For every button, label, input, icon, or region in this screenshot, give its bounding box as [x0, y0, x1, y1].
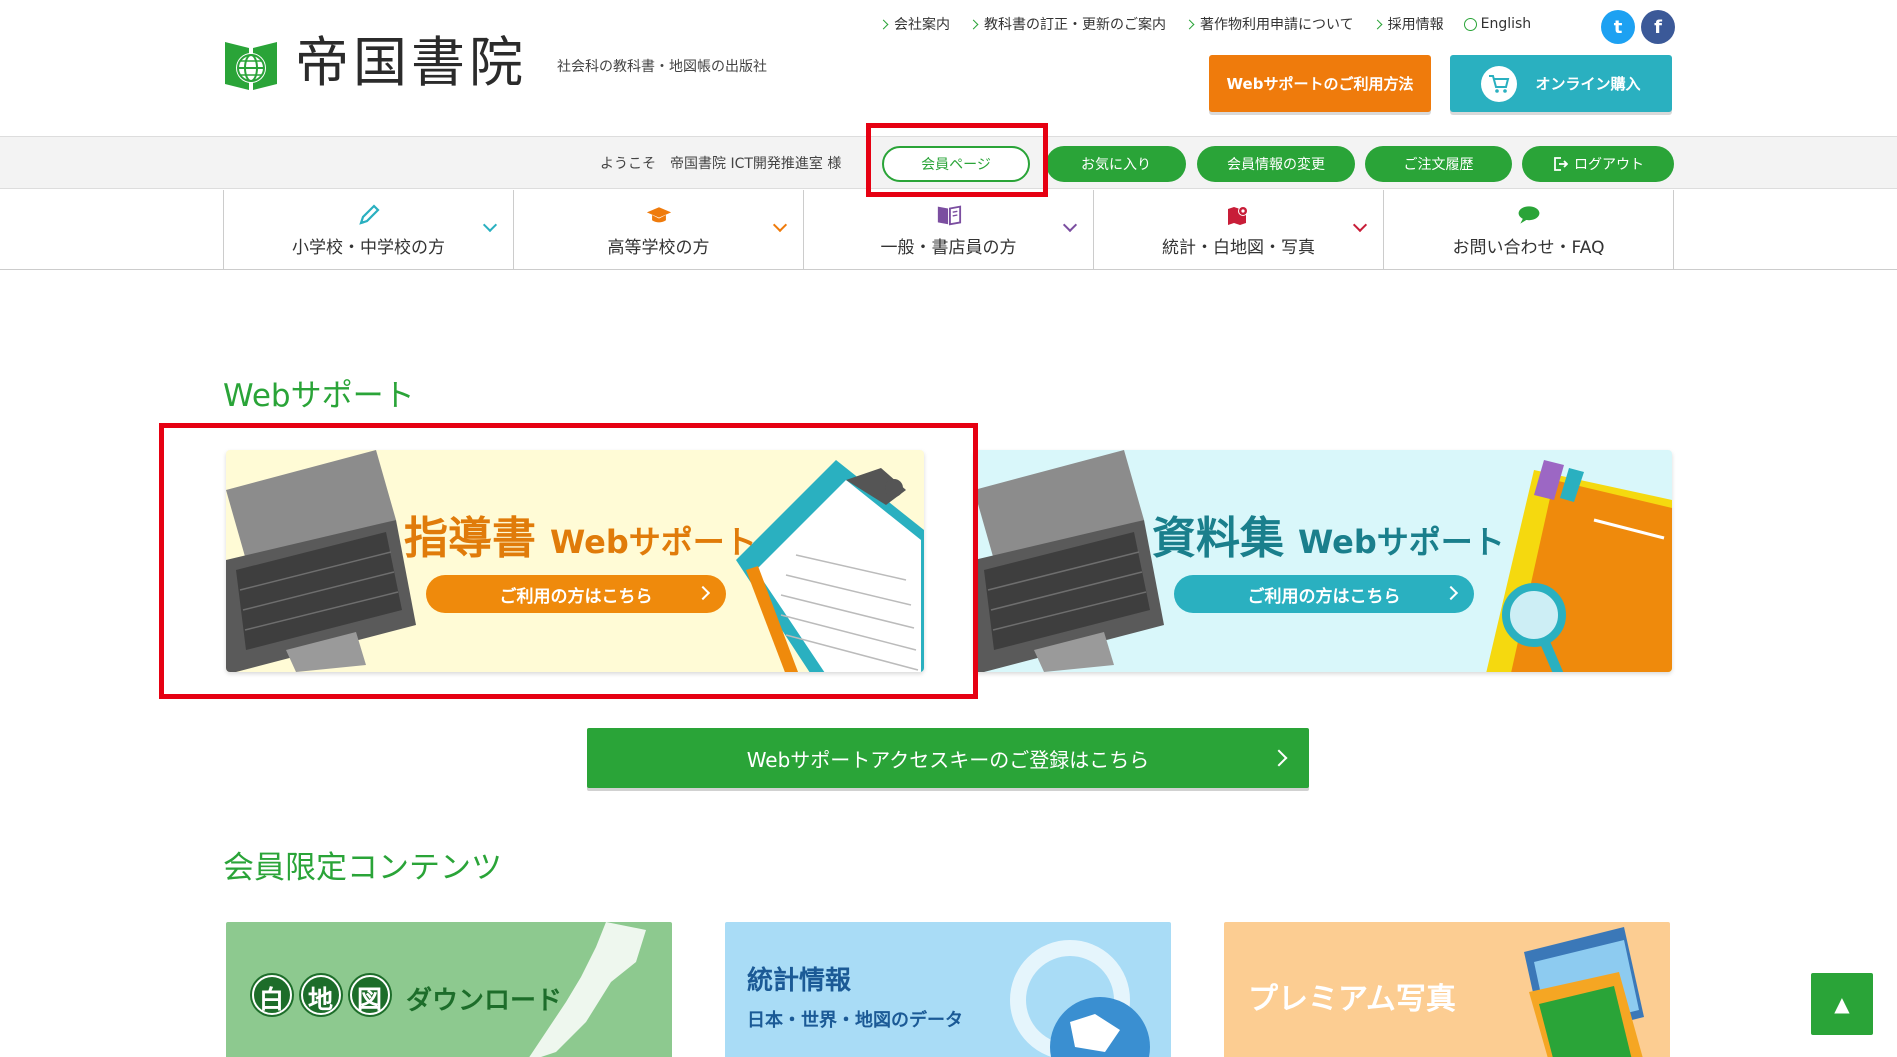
change-member-info-button[interactable]: 会員情報の変更	[1197, 146, 1355, 182]
tagline: 社会科の教科書・地図帳の出版社	[557, 59, 767, 75]
chevron-right-icon	[1270, 749, 1288, 767]
chat-icon	[1516, 203, 1542, 227]
card-char-3: 図	[357, 985, 383, 1014]
book-icon	[936, 203, 962, 227]
map-pin-icon	[1226, 203, 1252, 227]
pencil-icon	[356, 203, 382, 227]
materials-enter-button[interactable]: ご利用の方はこちら	[1174, 575, 1474, 613]
card-char-1: 白	[259, 985, 285, 1014]
web-support-heading: Webサポート	[223, 378, 415, 414]
cart-icon	[1481, 65, 1518, 102]
chevron-right-icon	[1184, 19, 1195, 29]
site-logo[interactable]: 帝国書院	[223, 34, 527, 92]
materials-banner-title: 資料集 Webサポート	[1152, 513, 1505, 564]
graduation-cap-icon	[646, 203, 672, 227]
nav-item-elementary-junior[interactable]: 小学校・中学校の方	[224, 190, 514, 270]
nav-item-general-bookstore[interactable]: 一般・書店員の方	[804, 190, 1094, 270]
card-label: ダウンロード	[406, 986, 563, 1016]
chevron-right-icon	[1372, 19, 1383, 29]
chevron-right-icon	[1443, 585, 1459, 601]
highlight-box-guide-banner	[159, 423, 978, 699]
materials-web-support-banner[interactable]: 資料集 Webサポート ご利用の方はこちら	[974, 450, 1672, 672]
card-subtitle: 日本・世界・地図のデータ	[747, 1010, 963, 1031]
nav-item-stats-maps-photos[interactable]: 統計・白地図・写真	[1094, 190, 1384, 270]
logout-button[interactable]: ログアウト	[1522, 146, 1674, 182]
chevron-right-icon	[968, 19, 979, 29]
link-textbook-corrections[interactable]: 教科書の訂正・更新のご案内	[968, 14, 1166, 34]
card-title: プレミアム写真	[1248, 982, 1456, 1017]
main-nav: 小学校・中学校の方 高等学校の方 一般・書店員の方 統計・白地図・写真 お問い合…	[223, 190, 1674, 270]
logout-icon	[1554, 157, 1568, 171]
web-support-usage-button[interactable]: Webサポートのご利用方法	[1209, 55, 1431, 112]
highlight-box-member-page	[866, 123, 1048, 197]
nav-divider	[0, 269, 1897, 270]
link-recruit[interactable]: 採用情報	[1372, 14, 1444, 34]
nav-item-high-school[interactable]: 高等学校の方	[514, 190, 804, 270]
favorites-button[interactable]: お気に入り	[1046, 146, 1186, 182]
chevron-down-icon	[482, 217, 498, 233]
link-company[interactable]: 会社案内	[878, 14, 950, 34]
chevron-down-icon	[1352, 217, 1368, 233]
online-purchase-button[interactable]: オンライン購入	[1450, 55, 1672, 112]
access-key-register-button[interactable]: Webサポートアクセスキーのご登録はこちら	[587, 728, 1309, 788]
chevron-down-icon	[1062, 217, 1078, 233]
chevron-down-icon	[772, 217, 788, 233]
card-premium-photos[interactable]: プレミアム写真	[1224, 922, 1670, 1057]
globe-book-logo-icon	[223, 34, 279, 92]
card-char-2: 地	[308, 985, 334, 1014]
chevron-right-icon	[878, 19, 889, 29]
utility-links: 会社案内 教科書の訂正・更新のご案内 著作物利用申請について 採用情報 Engl…	[878, 14, 1897, 34]
twitter-icon[interactable]: t	[1601, 10, 1635, 44]
logo-text: 帝国書院	[295, 31, 527, 94]
facebook-icon[interactable]: f	[1641, 10, 1675, 44]
card-title: 統計情報	[747, 966, 852, 996]
link-english[interactable]: English	[1463, 16, 1531, 32]
link-copyright-application[interactable]: 著作物利用申請について	[1184, 14, 1354, 34]
member-content-heading: 会員限定コンテンツ	[223, 850, 502, 886]
welcome-text: ようこそ 帝国書院 ICT開発推進室 様	[600, 156, 842, 172]
card-statistics[interactable]: 統計情報 日本・世界・地図のデータ	[725, 922, 1171, 1057]
globe-icon	[1463, 17, 1477, 31]
scroll-to-top-button[interactable]: ▲	[1811, 973, 1873, 1035]
nav-item-contact-faq[interactable]: お問い合わせ・FAQ	[1384, 190, 1674, 270]
order-history-button[interactable]: ご注文履歴	[1365, 146, 1512, 182]
card-blank-map-download[interactable]: 白 地 図 ダウンロード	[226, 922, 672, 1057]
